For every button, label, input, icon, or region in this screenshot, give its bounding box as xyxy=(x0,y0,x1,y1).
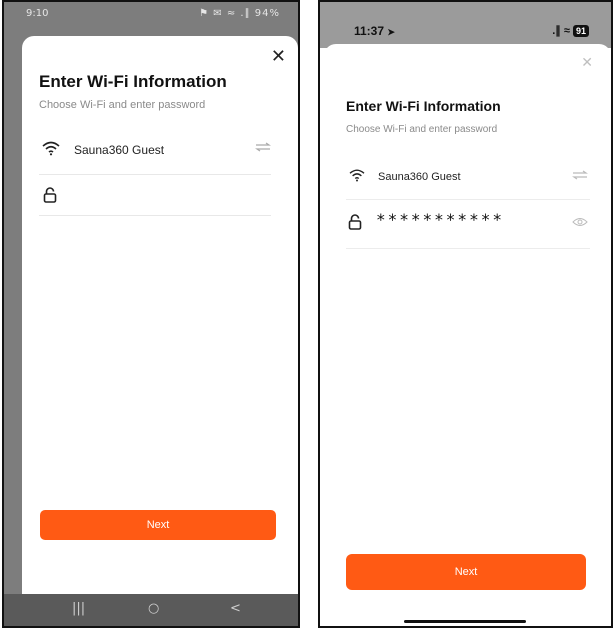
page-title: Enter Wi-Fi Information xyxy=(346,98,501,114)
status-time: 9:10 xyxy=(26,8,49,19)
eye-icon[interactable] xyxy=(572,214,588,232)
page-title: Enter Wi-Fi Information xyxy=(39,72,227,91)
home-button[interactable]: ○ xyxy=(148,601,159,616)
close-icon[interactable]: ✕ xyxy=(271,46,286,67)
page-subtitle: Choose Wi-Fi and enter password xyxy=(39,99,206,111)
page-subtitle: Choose Wi-Fi and enter password xyxy=(346,124,498,135)
home-indicator[interactable] xyxy=(404,620,526,623)
password-input[interactable]: *********** xyxy=(376,210,504,229)
android-status-bar: 9:10 ⚑ ✉ ≈ .∥ 94% xyxy=(4,2,298,28)
divider xyxy=(39,174,271,175)
status-icons: .∥ ≈ 91 xyxy=(552,24,589,37)
location-arrow-icon: ➤ xyxy=(387,27,395,37)
wifi-network-name: Sauna360 Guest xyxy=(378,171,461,183)
swap-icon[interactable] xyxy=(572,170,588,183)
status-time: 11:37 ➤ xyxy=(354,24,395,38)
wifi-sheet: ✕ Enter Wi-Fi Information Choose Wi-Fi a… xyxy=(324,44,611,626)
divider xyxy=(39,215,271,216)
android-phone: 9:10 ⚑ ✉ ≈ .∥ 94% ✕ Enter Wi-Fi Informat… xyxy=(2,0,300,628)
wifi-network-name: Sauna360 Guest xyxy=(74,143,165,157)
wifi-network-row[interactable]: Sauna360 Guest xyxy=(346,162,590,196)
android-nav-bar: ||| ○ < xyxy=(4,594,298,626)
signal-icon: .∥ xyxy=(552,25,561,37)
password-input[interactable] xyxy=(73,181,267,211)
status-time-text: 11:37 xyxy=(354,24,385,38)
divider xyxy=(346,199,590,200)
status-icons: ⚑ ✉ ≈ .∥ 94% xyxy=(199,8,280,19)
back-button[interactable]: < xyxy=(230,601,241,616)
wifi-status-icon: ≈ xyxy=(563,25,570,37)
password-row: *********** xyxy=(346,204,590,244)
wifi-network-row[interactable]: Sauna360 Guest xyxy=(39,132,271,172)
lock-icon xyxy=(43,187,57,208)
password-row xyxy=(39,177,271,215)
lock-icon xyxy=(348,214,362,235)
wifi-sheet: ✕ Enter Wi-Fi Information Choose Wi-Fi a… xyxy=(22,36,298,596)
wifi-icon xyxy=(348,168,366,187)
next-button[interactable]: Next xyxy=(40,510,276,540)
ios-phone: 11:37 ➤ .∥ ≈ 91 ✕ Enter Wi-Fi Informatio… xyxy=(318,0,613,628)
ios-status-bar: 11:37 ➤ .∥ ≈ 91 xyxy=(320,2,611,48)
next-button[interactable]: Next xyxy=(346,554,586,590)
divider xyxy=(346,248,590,249)
wifi-icon xyxy=(41,140,61,161)
battery-badge: 91 xyxy=(572,25,589,37)
recents-button[interactable]: ||| xyxy=(72,601,85,616)
close-icon[interactable]: ✕ xyxy=(581,54,593,71)
swap-icon[interactable] xyxy=(255,141,271,155)
